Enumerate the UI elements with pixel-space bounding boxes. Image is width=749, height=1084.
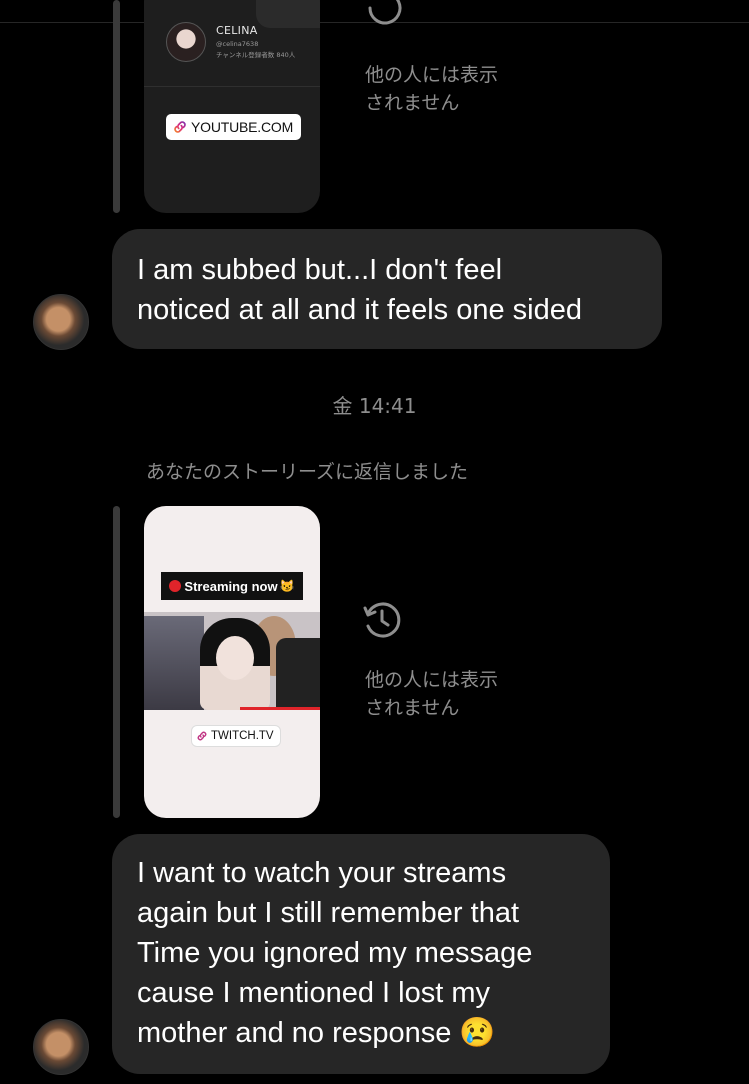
link-icon: [174, 121, 186, 133]
story-top-chip: [256, 0, 320, 28]
message-line: I am subbed but...I don't feel: [137, 254, 503, 286]
history-icon: [368, 0, 402, 25]
channel-subscribers: チャンネル登録者数 840人: [216, 51, 296, 59]
message-line: again but I still remember that: [137, 897, 520, 929]
story-divider: [144, 86, 320, 87]
channel-name: CELINA: [216, 24, 258, 37]
link-icon: [197, 731, 207, 741]
story-card-youtube[interactable]: CELINA @celina7638 チャンネル登録者数 840人 YOUTUB…: [144, 0, 320, 213]
cat-emoji: 😼: [279, 579, 295, 593]
story-reply-label: あなたのストーリーズに返信しました: [146, 461, 469, 483]
youtube-link-label: YOUTUBE.COM: [191, 119, 294, 135]
streaming-now-banner: Streaming now 😼: [161, 572, 303, 600]
message-bubble[interactable]: I am subbed but...I don't feel noticed a…: [112, 229, 662, 349]
hidden-from-others-note: 他の人には表示 されません: [365, 669, 499, 719]
youtube-link-sticker[interactable]: YOUTUBE.COM: [166, 114, 302, 140]
sender-avatar[interactable]: [33, 1019, 89, 1075]
reply-quote-bar: [113, 506, 120, 818]
message-line: noticed at all and it feels one sided: [137, 294, 582, 326]
channel-avatar: [166, 22, 206, 62]
message-bubble[interactable]: I want to watch your streams again but I…: [112, 834, 610, 1074]
message-line: cause I mentioned I lost my: [137, 977, 490, 1009]
message-line: I want to watch your streams: [137, 857, 507, 889]
message-timestamp: 金 14:41: [332, 394, 417, 418]
message-line: Time you ignored my message: [137, 937, 533, 969]
history-icon: [363, 602, 401, 638]
reply-quote-bar: [113, 0, 120, 213]
twitch-link-label: TWITCH.TV: [211, 730, 274, 742]
streaming-banner-text: Streaming now: [184, 578, 278, 594]
message-line: mother and no response 😢: [137, 1017, 496, 1049]
stream-preview-image: [144, 612, 320, 710]
sender-avatar[interactable]: [33, 294, 89, 350]
story-card-twitch[interactable]: Streaming now 😼 TWITCH.TV: [144, 506, 320, 818]
twitch-link-sticker[interactable]: TWITCH.TV: [192, 726, 280, 746]
red-circle-icon: [169, 580, 182, 592]
channel-handle: @celina7638: [216, 40, 259, 48]
hidden-from-others-note: 他の人には表示 されません: [365, 64, 499, 114]
